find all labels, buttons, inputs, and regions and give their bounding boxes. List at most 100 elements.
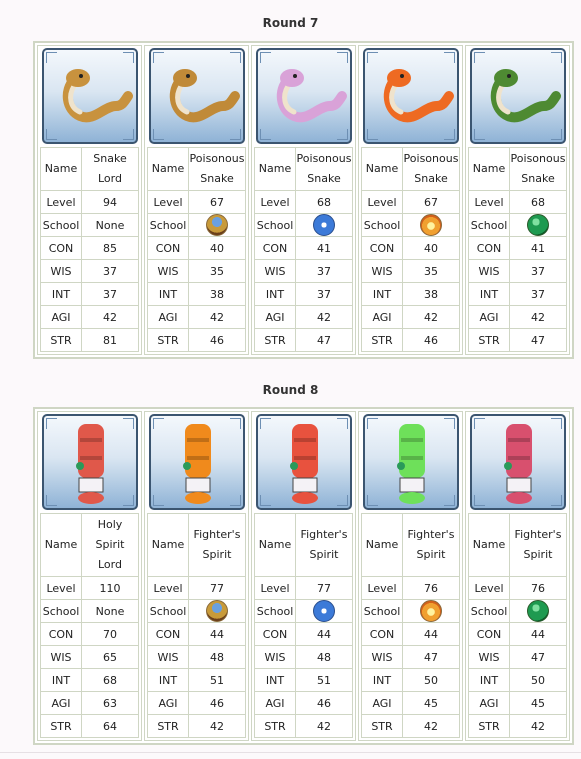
stat-label: CON: [361, 622, 403, 646]
stat-label: Name: [361, 513, 403, 577]
str-value: 47: [295, 328, 353, 352]
agi-value: 46: [295, 691, 353, 715]
stat-row-school: School: [254, 599, 353, 623]
stats-table: Name Holy Spirit Lord Level 110 School None CO…: [40, 513, 139, 738]
monster-portrait: [255, 48, 352, 144]
level-value: 68: [509, 190, 567, 214]
stat-row-int: INT 51: [147, 668, 246, 692]
frame-corner: [336, 129, 348, 140]
level-value: 77: [295, 576, 353, 600]
wis-value: 37: [81, 259, 139, 283]
stats-table: Name Poisonous Snake Level 67 School CON 40 WIS…: [361, 147, 460, 352]
stat-row-level: Level 76: [468, 576, 567, 600]
level-value: 94: [81, 190, 139, 214]
monster-card: Name Fighter's Spirit Level 76 School CON 44 WI…: [465, 411, 570, 741]
int-value: 38: [188, 282, 246, 306]
frame-corner: [259, 418, 271, 429]
frame-corner: [45, 495, 57, 506]
stat-label: WIS: [147, 259, 189, 283]
fire-school-icon: [420, 600, 442, 622]
wis-value: 35: [188, 259, 246, 283]
monster-name: Fighter's Spirit: [509, 513, 567, 577]
stat-row-name: Name Poisonous Snake: [147, 147, 246, 191]
stat-row-name: Name Fighter's Spirit: [147, 513, 246, 577]
con-value: 44: [188, 622, 246, 646]
str-value: 42: [402, 714, 460, 738]
stat-row-name: Name Snake Lord: [40, 147, 139, 191]
monster-portrait: [255, 414, 352, 510]
frame-corner: [366, 418, 378, 429]
stat-label: Level: [40, 190, 82, 214]
stat-row-level: Level 67: [361, 190, 460, 214]
str-value: 46: [188, 328, 246, 352]
water-school-icon: [313, 600, 335, 622]
level-value: 110: [81, 576, 139, 600]
stat-row-con: CON 40: [361, 236, 460, 260]
stat-label: WIS: [361, 645, 403, 669]
stat-row-int: INT 37: [40, 282, 139, 306]
stat-row-con: CON 40: [147, 236, 246, 260]
stat-label: School: [40, 599, 82, 623]
agi-value: 46: [188, 691, 246, 715]
stat-label: Level: [361, 576, 403, 600]
str-value: 64: [81, 714, 139, 738]
water-school-icon: [313, 214, 335, 236]
stat-label: STR: [147, 714, 189, 738]
frame-corner: [45, 52, 57, 63]
stat-label: School: [468, 599, 510, 623]
stat-row-str: STR 64: [40, 714, 139, 738]
agi-value: 42: [295, 305, 353, 329]
stat-label: CON: [254, 622, 296, 646]
stat-label: Name: [468, 147, 510, 191]
frame-corner: [152, 495, 164, 506]
stat-row-agi: AGI 42: [361, 305, 460, 329]
stat-row-wis: WIS 48: [147, 645, 246, 669]
con-value: 44: [509, 622, 567, 646]
stat-label: Level: [40, 576, 82, 600]
stat-row-agi: AGI 46: [147, 691, 246, 715]
agi-value: 42: [509, 305, 567, 329]
school-value: [509, 213, 567, 237]
stat-row-agi: AGI 42: [147, 305, 246, 329]
frame-corner: [366, 52, 378, 63]
level-value: 76: [402, 576, 460, 600]
stat-row-school: School: [361, 213, 460, 237]
stat-label: INT: [361, 668, 403, 692]
stat-row-agi: AGI 46: [254, 691, 353, 715]
round-8-title: Round 8: [262, 383, 319, 397]
stat-row-agi: AGI 42: [254, 305, 353, 329]
stat-label: STR: [254, 714, 296, 738]
monster-name: Snake Lord: [81, 147, 139, 191]
stat-label: Name: [468, 513, 510, 577]
stat-label: AGI: [254, 305, 296, 329]
stat-label: School: [361, 213, 403, 237]
frame-corner: [229, 418, 241, 429]
stat-row-agi: AGI 45: [361, 691, 460, 715]
stat-row-wis: WIS 35: [361, 259, 460, 283]
monster-card: Name Fighter's Spirit Level 77 School CON 44 WI…: [251, 411, 356, 741]
stat-label: AGI: [254, 691, 296, 715]
fire-school-icon: [420, 214, 442, 236]
school-value: [188, 213, 246, 237]
stat-row-level: Level 76: [361, 576, 460, 600]
monster-card: Name Snake Lord Level 94 School None CON 85 WIS 3…: [37, 45, 142, 355]
frame-corner: [45, 129, 57, 140]
frame-corner: [473, 495, 485, 506]
con-value: 40: [402, 236, 460, 260]
stat-label: Level: [147, 190, 189, 214]
stat-row-str: STR 42: [468, 714, 567, 738]
stat-row-name: Name Poisonous Snake: [254, 147, 353, 191]
stat-label: School: [468, 213, 510, 237]
agi-value: 42: [188, 305, 246, 329]
stat-row-wis: WIS 35: [147, 259, 246, 283]
wis-value: 47: [402, 645, 460, 669]
stat-label: INT: [254, 282, 296, 306]
stat-row-con: CON 41: [468, 236, 567, 260]
stat-row-name: Name Fighter's Spirit: [468, 513, 567, 577]
stat-row-str: STR 42: [254, 714, 353, 738]
stat-label: AGI: [468, 691, 510, 715]
stat-row-level: Level 110: [40, 576, 139, 600]
stat-row-school: School None: [40, 599, 139, 623]
stat-row-wis: WIS 48: [254, 645, 353, 669]
stat-row-school: School: [468, 599, 567, 623]
